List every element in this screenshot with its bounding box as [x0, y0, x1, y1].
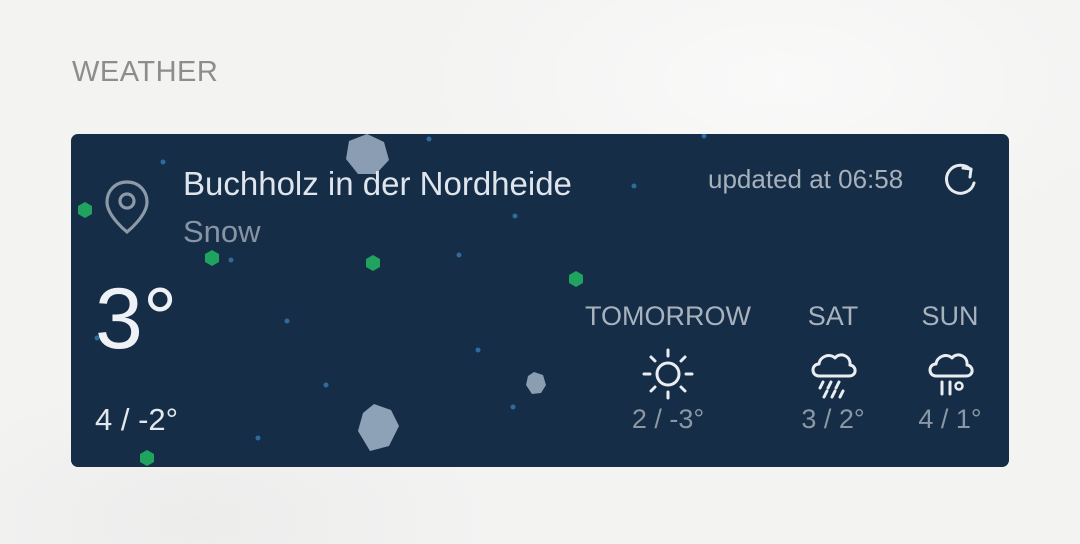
forecast-tomorrow: TOMORROW 2 / -3°	[578, 298, 758, 435]
particle-dot	[426, 136, 432, 142]
particle-dot	[510, 404, 516, 410]
location-name: Buchholz in der Nordheide	[183, 165, 572, 202]
rain-cloud-icon	[811, 353, 857, 399]
particle-dot	[228, 257, 234, 263]
updated-time: updated at 06:58	[708, 164, 904, 194]
particle-dot	[631, 183, 637, 189]
particle-dot	[255, 435, 261, 441]
forecast-range: 2 / -3°	[631, 404, 705, 434]
weather-card[interactable]: Buchholz in der Nordheide Snow updated a…	[71, 134, 1009, 467]
drizzle-cloud-icon	[928, 353, 974, 396]
particle-green	[366, 255, 380, 271]
particle-green	[569, 271, 583, 287]
particle-dot	[323, 382, 329, 388]
current-range: 4 / -2°	[95, 402, 179, 437]
section-title: WEATHER	[72, 56, 219, 88]
forecast-range: 4 / 1°	[918, 404, 982, 434]
current-temperature: 3°	[95, 271, 178, 367]
particle-green	[205, 250, 219, 266]
weather-condition: Snow	[183, 214, 261, 249]
location-pin-icon	[105, 180, 149, 235]
particle-dot	[701, 134, 707, 139]
refresh-icon[interactable]	[942, 161, 980, 199]
particle-dot	[160, 159, 166, 165]
particle-green	[140, 450, 154, 466]
particle-green	[78, 202, 92, 218]
forecast-day-label: TOMORROW	[585, 301, 751, 331]
forecast-day-label: SUN	[921, 301, 979, 331]
particle-dot	[456, 252, 462, 258]
particle-dot	[475, 347, 481, 353]
particle-hexagon	[358, 404, 399, 451]
sun-icon	[642, 348, 694, 400]
forecast-sun: SUN 4 / 1°	[860, 298, 1009, 435]
particle-hexagon	[526, 372, 546, 394]
particle-dot	[284, 318, 290, 324]
particle-dot	[512, 213, 518, 219]
